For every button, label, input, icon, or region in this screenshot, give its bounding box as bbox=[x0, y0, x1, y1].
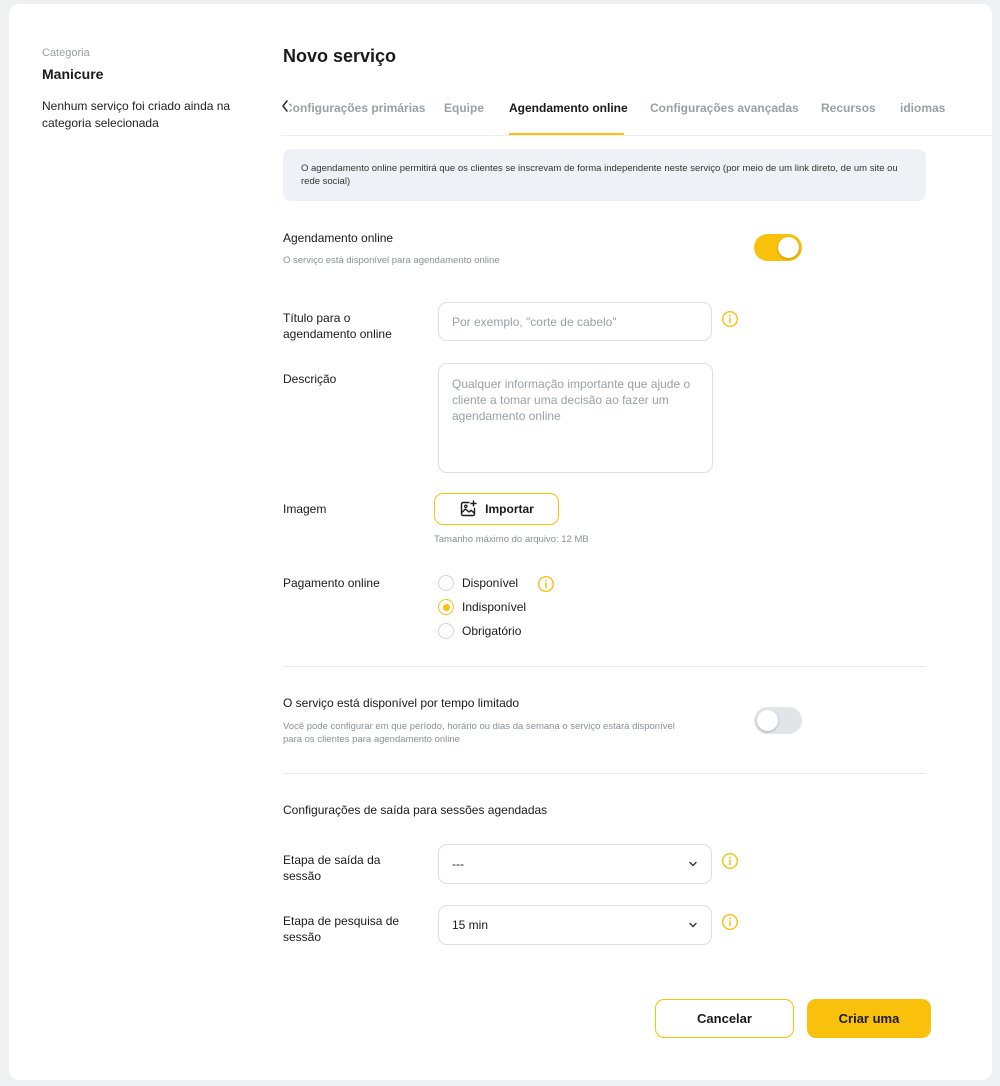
online-booking-sublabel: O serviço está disponível para agendamen… bbox=[283, 255, 500, 266]
payment-option-label: Obrigatório bbox=[462, 624, 522, 638]
radio-button[interactable] bbox=[438, 575, 454, 591]
info-icon[interactable] bbox=[721, 913, 739, 931]
chevron-down-icon bbox=[689, 861, 697, 867]
search-stage-value: 15 min bbox=[452, 918, 489, 932]
tab-online-booking[interactable]: Agendamento online bbox=[509, 101, 628, 115]
import-button-label: Importar bbox=[485, 502, 534, 516]
search-stage-label: Etapa de pesquisa de sessão bbox=[283, 914, 400, 944]
info-icon[interactable] bbox=[721, 310, 739, 328]
tab-team[interactable]: Equipe bbox=[444, 101, 484, 115]
limited-time-label: O serviço está disponível por tempo limi… bbox=[283, 696, 520, 710]
cancel-button[interactable]: Cancelar bbox=[655, 999, 794, 1038]
exit-stage-select[interactable]: --- bbox=[438, 844, 712, 884]
tab-languages[interactable]: idiomas bbox=[900, 101, 945, 115]
search-stage-select[interactable]: 15 min bbox=[438, 905, 712, 945]
info-icon[interactable] bbox=[537, 575, 555, 593]
description-label: Descrição bbox=[283, 372, 337, 386]
chevron-left-icon[interactable] bbox=[281, 99, 289, 115]
exit-settings-heading: Configurações de saída para sessões agen… bbox=[283, 803, 548, 817]
import-image-button[interactable]: Importar bbox=[434, 493, 559, 525]
image-add-icon bbox=[460, 500, 477, 517]
online-booking-toggle[interactable] bbox=[754, 234, 802, 261]
section-divider bbox=[283, 666, 926, 667]
tab-resources[interactable]: Recursos bbox=[821, 101, 876, 115]
payment-option-unavailable[interactable]: Indisponível bbox=[438, 599, 526, 615]
toggle-knob bbox=[757, 710, 778, 731]
description-textarea[interactable] bbox=[438, 363, 713, 473]
info-icon[interactable] bbox=[721, 852, 739, 870]
online-booking-label: Agendamento online bbox=[283, 231, 394, 245]
image-label: Imagem bbox=[283, 502, 327, 516]
limited-time-toggle[interactable] bbox=[754, 707, 802, 734]
radio-button[interactable] bbox=[438, 623, 454, 639]
page-title: Novo serviço bbox=[283, 46, 397, 66]
category-caption: Categoria bbox=[42, 47, 90, 59]
max-file-size-hint: Tamanho máximo do arquivo: 12 MB bbox=[434, 534, 589, 545]
toggle-knob bbox=[778, 237, 799, 258]
section-divider bbox=[283, 773, 926, 774]
tab-bar: Configurações primárias Equipe Agendamen… bbox=[281, 95, 1000, 136]
payment-option-required[interactable]: Obrigatório bbox=[438, 623, 521, 639]
online-payment-label: Pagamento online bbox=[283, 576, 380, 590]
info-banner: O agendamento online permitirá que os cl… bbox=[283, 149, 926, 201]
booking-title-input[interactable] bbox=[438, 302, 712, 341]
tab-primary-settings[interactable]: Configurações primárias bbox=[284, 101, 425, 115]
payment-option-label: Disponível bbox=[462, 576, 519, 590]
exit-stage-value: --- bbox=[452, 857, 464, 871]
active-tab-indicator bbox=[509, 133, 624, 135]
chevron-down-icon bbox=[689, 922, 697, 928]
payment-option-label: Indisponível bbox=[462, 600, 527, 614]
radio-button-checked[interactable] bbox=[438, 599, 454, 615]
booking-title-label: Título para o agendamento online bbox=[283, 311, 392, 341]
exit-stage-label: Etapa de saída da sessão bbox=[283, 853, 381, 883]
payment-option-available[interactable]: Disponível bbox=[438, 575, 518, 591]
category-name[interactable]: Manicure bbox=[42, 66, 103, 82]
limited-time-sublabel: Você pode configurar em que período, hor… bbox=[283, 721, 675, 745]
tab-advanced-settings[interactable]: Configurações avançadas bbox=[650, 101, 799, 115]
create-button[interactable]: Criar uma bbox=[807, 999, 931, 1038]
category-empty-message: Nenhum serviço foi criado ainda na categ… bbox=[42, 99, 231, 130]
